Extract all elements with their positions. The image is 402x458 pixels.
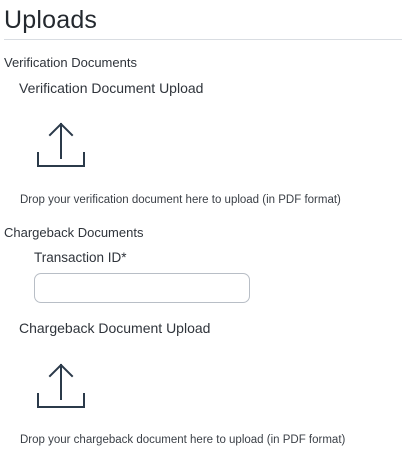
verification-section-title: Verification Documents <box>4 55 137 70</box>
page-title: Uploads <box>4 6 98 34</box>
verification-upload-hint: Drop your verification document here to … <box>20 194 341 206</box>
chargeback-upload-hint: Drop your chargeback document here to up… <box>20 434 346 446</box>
verification-upload-label: Verification Document Upload <box>19 80 204 96</box>
transaction-id-label: Transaction ID* <box>34 250 127 265</box>
title-divider <box>4 39 402 40</box>
transaction-id-input[interactable] <box>34 273 250 303</box>
upload-icon <box>36 361 86 409</box>
chargeback-section-title: Chargeback Documents <box>4 225 144 240</box>
chargeback-upload-label: Chargeback Document Upload <box>19 320 211 336</box>
chargeback-upload-dropzone[interactable]: Drop your chargeback document here to up… <box>20 361 390 453</box>
upload-icon <box>36 120 86 168</box>
verification-upload-dropzone[interactable]: Drop your verification document here to … <box>20 118 390 210</box>
